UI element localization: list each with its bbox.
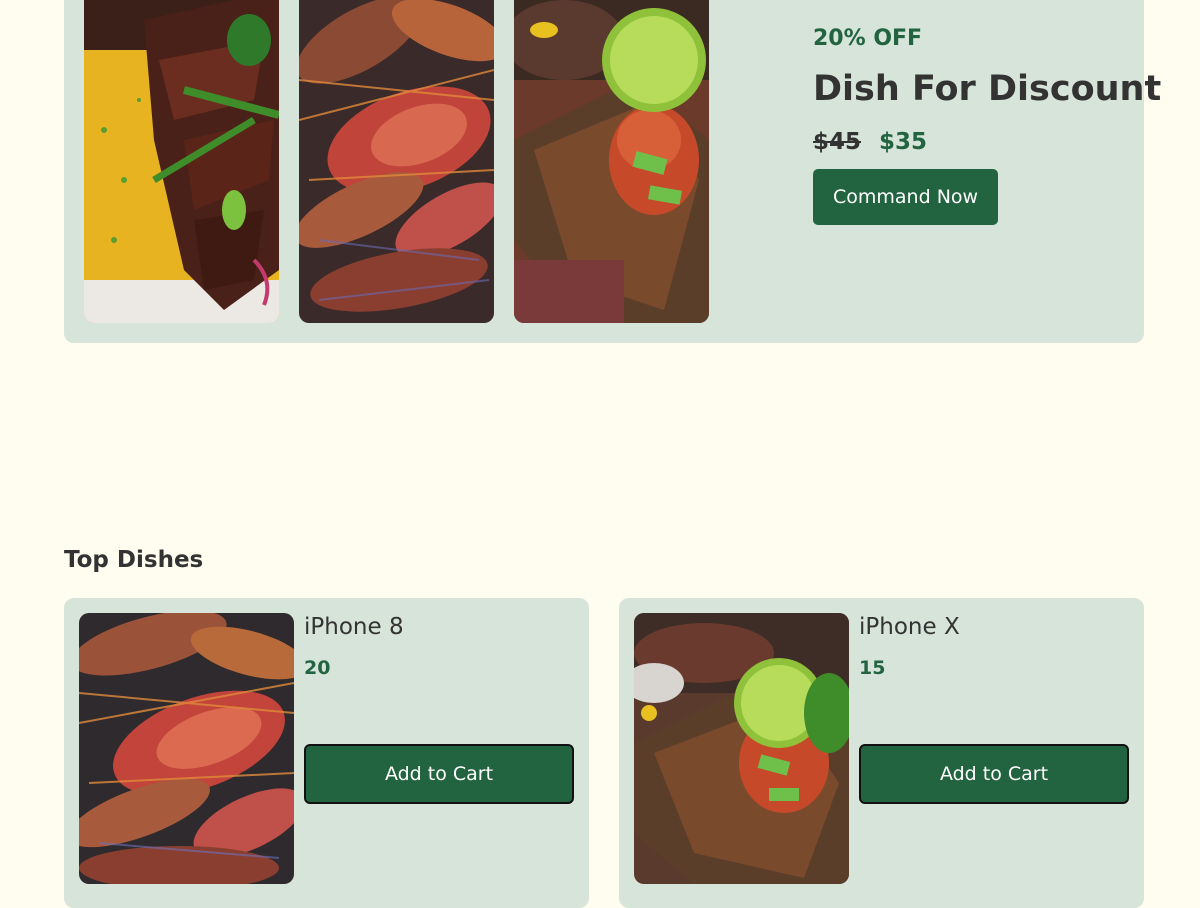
add-to-cart-button[interactable]: Add to Cart [304,744,574,804]
promo-image-lobster [299,0,494,323]
dish-name: iPhone 8 [304,614,404,640]
promo-banner: 20% OFF Dish For Discount $45 $35 Comman… [64,0,1161,343]
dish-image-fish [634,613,849,884]
dish-card: iPhone 8 20 Add to Cart [64,598,589,908]
promo-title: Dish For Discount [813,69,1162,109]
section-title-top-dishes: Top Dishes [64,547,204,573]
dish-card: iPhone X 15 Add to Cart [619,598,1144,908]
promo-image-steak [84,0,279,323]
discount-label: 20% OFF [813,26,923,51]
promo-info: 20% OFF Dish For Discount $45 $35 Comman… [813,25,1161,225]
dish-name: iPhone X [859,614,960,640]
dish-price: 15 [859,657,886,679]
promo-image-fish [514,0,709,323]
add-to-cart-button[interactable]: Add to Cart [859,744,1129,804]
promo-prices: $45 $35 [813,127,1161,157]
old-price: $45 [813,129,862,155]
command-now-button[interactable]: Command Now [813,169,999,225]
new-price: $35 [879,129,928,155]
dish-image-lobster [79,613,294,884]
dish-price: 20 [304,657,331,679]
